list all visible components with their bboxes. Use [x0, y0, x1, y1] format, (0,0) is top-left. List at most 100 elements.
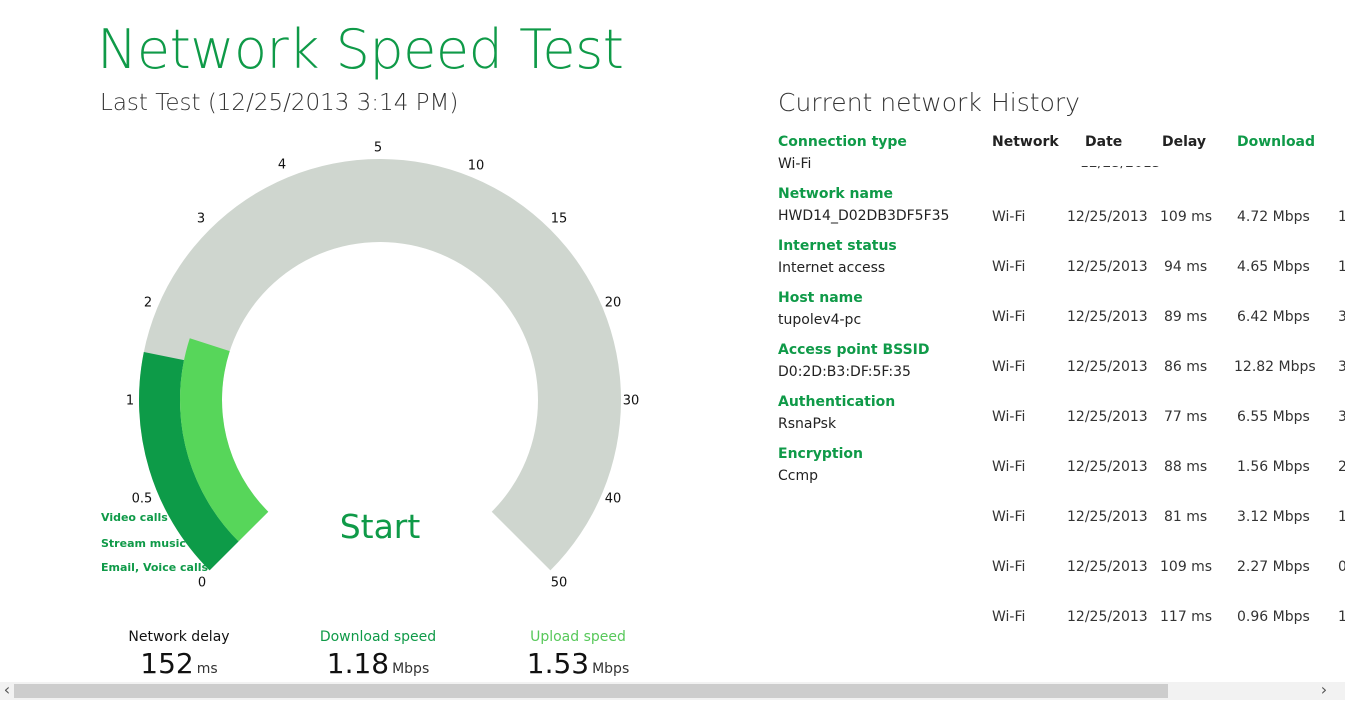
download-speed-value: 1.18: [326, 647, 390, 680]
history-cell-download: 12.82 Mbps: [1234, 359, 1316, 375]
history-cell-upload: 1: [1338, 509, 1345, 525]
history-cell-download: 6.42 Mbps: [1237, 309, 1310, 325]
history-cell-delay: 88 ms: [1164, 459, 1208, 475]
history-cell-date: 12/25/2013: [1067, 259, 1148, 275]
history-cell-network: Wi-Fi: [992, 409, 1026, 425]
history-cell-upload: 2: [1338, 459, 1345, 475]
history-col-download[interactable]: Download: [1237, 133, 1315, 151]
gauge-scale-label: 0.5: [132, 492, 153, 507]
gauge-scale-label: 40: [605, 492, 622, 507]
gauge-scale-label: 2: [144, 296, 152, 311]
history-cell-delay: 86 ms: [1164, 359, 1208, 375]
scrollbar-thumb[interactable]: [14, 684, 1168, 698]
internet-status-label: Internet status: [778, 238, 897, 254]
network-delay-stat: Network delay 152 ms: [79, 627, 279, 686]
download-speed-unit: Mbps: [392, 661, 430, 677]
history-cell-download: 2.27 Mbps: [1237, 559, 1310, 575]
network-name-value: HWD14_D02DB3DF5F35: [778, 208, 950, 224]
history-col-delay[interactable]: Delay: [1162, 133, 1206, 151]
history-cell-delay: 117 ms: [1160, 609, 1213, 625]
last-test-label: Last Test (12/25/2013 3:14 PM): [100, 90, 459, 116]
history-cell-date: 12/25/2013: [1067, 559, 1148, 575]
history-heading: History: [991, 88, 1080, 117]
history-cell-upload: 0: [1338, 559, 1345, 575]
gauge-scale-label: 20: [605, 296, 622, 311]
encryption-value: Ccmp: [778, 468, 818, 484]
connection-type-label: Connection type: [778, 134, 907, 150]
network-delay-value-row: 152 ms: [79, 647, 279, 686]
scroll-left-arrow-icon[interactable]: ‹: [0, 681, 14, 699]
history-cell-date: 12/25/2013: [1067, 409, 1148, 425]
history-cell-download: 4.72 Mbps: [1237, 209, 1310, 225]
download-speed-value-row: 1.18 Mbps: [278, 647, 478, 686]
history-cell-date: 12/25/2013: [1067, 609, 1148, 625]
gauge-scale-label: 30: [623, 394, 640, 409]
network-delay-label: Network delay: [128, 629, 230, 645]
history-col-date[interactable]: Date: [1085, 133, 1122, 151]
history-col-network[interactable]: Network: [992, 133, 1059, 151]
start-button[interactable]: Start: [330, 505, 430, 549]
history-cell-network: Wi-Fi: [992, 359, 1026, 375]
history-cell-upload: 3: [1338, 409, 1345, 425]
network-delay-unit: ms: [196, 661, 218, 677]
host-name-value: tupolev4-pc: [778, 312, 862, 328]
upload-speed-value: 1.53: [526, 647, 590, 680]
internet-status-value: Internet access: [778, 260, 886, 276]
current-network-heading: Current network: [778, 88, 982, 117]
history-cell-delay: 89 ms: [1164, 309, 1208, 325]
history-cell-network: Wi-Fi: [992, 309, 1026, 325]
history-row-partial: 12/25/2013: [990, 166, 1320, 174]
history-cell-partial: 12/25/2013: [1080, 166, 1161, 172]
history-cell-download: 1.56 Mbps: [1237, 459, 1310, 475]
history-cell-date: 12/25/2013: [1067, 359, 1148, 375]
history-cell-delay: 77 ms: [1164, 409, 1208, 425]
gauge-scale-label: 0: [198, 576, 206, 591]
history-cell-download: 3.12 Mbps: [1237, 509, 1310, 525]
upload-speed-label: Upload speed: [530, 629, 626, 645]
gauge-scale-label: 15: [551, 212, 568, 227]
download-speed-label: Download speed: [319, 629, 437, 645]
history-cell-upload: 1: [1338, 209, 1345, 225]
gauge-scale-label: 1: [126, 394, 134, 409]
history-cell-network: Wi-Fi: [992, 509, 1026, 525]
encryption-label: Encryption: [778, 446, 863, 462]
history-cell-network: Wi-Fi: [992, 259, 1026, 275]
history-cell-network: Wi-Fi: [992, 459, 1026, 475]
authentication-value: RsnaPsk: [778, 416, 837, 432]
gauge-scale-label: 50: [551, 576, 568, 591]
gauge-scale-label: 4: [278, 158, 286, 173]
download-speed-stat: Download speed 1.18 Mbps: [278, 627, 478, 686]
history-cell-delay: 94 ms: [1164, 259, 1208, 275]
app-title: Network Speed Test: [97, 18, 624, 81]
authentication-label: Authentication: [778, 394, 896, 410]
scroll-right-arrow-icon[interactable]: ›: [1317, 681, 1331, 699]
usage-label-video-calls: Video calls: [101, 511, 168, 524]
history-cell-delay: 109 ms: [1160, 559, 1213, 575]
history-cell-upload: 1: [1338, 259, 1345, 275]
history-cell-download: 6.55 Mbps: [1237, 409, 1310, 425]
network-delay-value: 152: [140, 647, 194, 680]
gauge-scale-label: 3: [197, 212, 205, 227]
history-cell-date: 12/25/2013: [1067, 309, 1148, 325]
upload-speed-unit: Mbps: [592, 661, 630, 677]
gauge-scale-label: 10: [468, 159, 485, 174]
network-name-label: Network name: [778, 186, 894, 202]
history-cell-date: 12/25/2013: [1067, 209, 1148, 225]
history-cell-date: 12/25/2013: [1067, 459, 1148, 475]
usage-label-email-voice: Email, Voice calls: [101, 561, 208, 574]
history-cell-delay: 109 ms: [1160, 209, 1213, 225]
gauge-scale-label: 5: [374, 141, 382, 156]
history-cell-download: 4.65 Mbps: [1237, 259, 1310, 275]
history-cell-network: Wi-Fi: [992, 559, 1026, 575]
history-cell-network: Wi-Fi: [992, 609, 1026, 625]
upload-speed-stat: Upload speed 1.53 Mbps: [478, 627, 678, 686]
access-point-bssid-label: Access point BSSID: [778, 342, 930, 358]
history-cell-upload: 1: [1338, 609, 1345, 625]
host-name-label: Host name: [778, 290, 863, 306]
history-cell-date: 12/25/2013: [1067, 509, 1148, 525]
connection-type-value: Wi-Fi: [778, 156, 812, 172]
history-cell-upload: 3: [1338, 309, 1345, 325]
upload-speed-value-row: 1.53 Mbps: [478, 647, 678, 686]
history-cell-upload: 3: [1338, 359, 1345, 375]
history-cell-download: 0.96 Mbps: [1237, 609, 1310, 625]
